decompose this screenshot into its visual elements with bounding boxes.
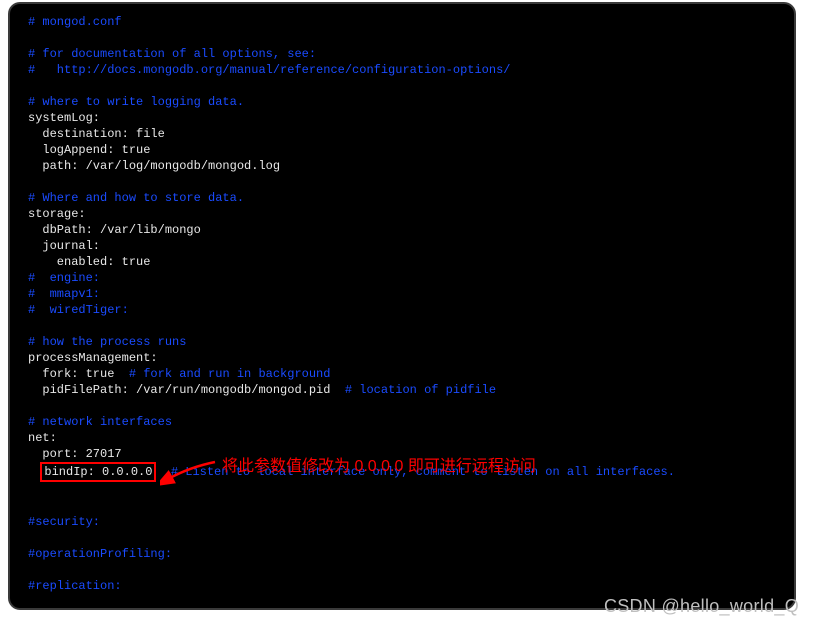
code-line: enabled: true xyxy=(28,254,776,270)
code-line: path: /var/log/mongodb/mongod.log xyxy=(28,158,776,174)
code-line: journal: xyxy=(28,238,776,254)
code-line xyxy=(28,318,776,334)
watermark: CSDN @hello_world_Q xyxy=(604,596,799,617)
code-line: fork: true # fork and run in background xyxy=(28,366,776,382)
code-line xyxy=(28,562,776,578)
code-line: pidFilePath: /var/run/mongodb/mongod.pid… xyxy=(28,382,776,398)
code-line xyxy=(28,174,776,190)
code-line xyxy=(28,482,776,498)
code-line: processManagement: xyxy=(28,350,776,366)
code-line: # how the process runs xyxy=(28,334,776,350)
code-line: #replication: xyxy=(28,578,776,594)
code-line xyxy=(28,78,776,94)
code-line: destination: file xyxy=(28,126,776,142)
code-line: # http://docs.mongodb.org/manual/referen… xyxy=(28,62,776,78)
code-line: systemLog: xyxy=(28,110,776,126)
code-line: port: 27017 xyxy=(28,446,776,462)
code-line: # engine: xyxy=(28,270,776,286)
code-line: # for documentation of all options, see: xyxy=(28,46,776,62)
bindip-highlight: bindIp: 0.0.0.0 xyxy=(40,462,156,482)
code-line xyxy=(28,30,776,46)
config-file-content: # mongod.conf # for documentation of all… xyxy=(28,14,776,610)
code-line: net: xyxy=(28,430,776,446)
code-line: # mmapv1: xyxy=(28,286,776,302)
terminal-window: # mongod.conf # for documentation of all… xyxy=(8,2,796,610)
code-line: #operationProfiling: xyxy=(28,546,776,562)
code-line: dbPath: /var/lib/mongo xyxy=(28,222,776,238)
code-line: # Where and how to store data. xyxy=(28,190,776,206)
code-line xyxy=(28,398,776,414)
code-line: logAppend: true xyxy=(28,142,776,158)
code-line: # network interfaces xyxy=(28,414,776,430)
code-line: bindIp: 0.0.0.0 # Listen to local interf… xyxy=(28,462,776,482)
code-line xyxy=(28,498,776,514)
code-line: storage: xyxy=(28,206,776,222)
code-line: #security: xyxy=(28,514,776,530)
code-line: # mongod.conf xyxy=(28,14,776,30)
code-line: # wiredTiger: xyxy=(28,302,776,318)
code-line: # where to write logging data. xyxy=(28,94,776,110)
code-line xyxy=(28,530,776,546)
